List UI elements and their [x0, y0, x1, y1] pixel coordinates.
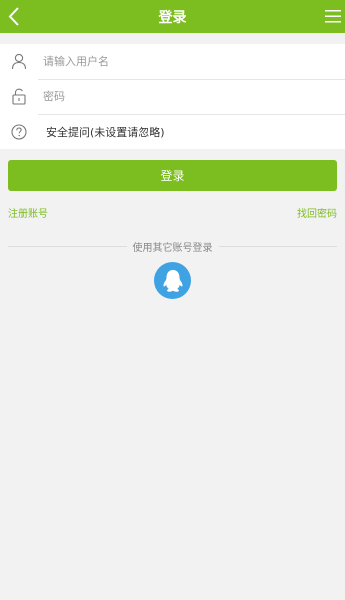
qq-login-button[interactable]: [154, 262, 191, 299]
back-icon[interactable]: [6, 6, 22, 27]
recover-password-link[interactable]: 找回密码: [297, 205, 337, 220]
other-login-label: 使用其它账号登录: [132, 242, 213, 254]
menu-icon[interactable]: [325, 9, 341, 24]
other-login-divider: 使用其它账号登录: [8, 240, 337, 254]
qq-icon: [162, 269, 183, 292]
username-row: [0, 44, 345, 79]
username-input[interactable]: [38, 55, 328, 68]
security-question-select[interactable]: 安全提问(未设置请忽略): [38, 124, 165, 140]
account-links: 注册账号 找回密码: [0, 205, 345, 220]
login-form: 安全提问(未设置请忽略): [0, 44, 345, 149]
register-link[interactable]: 注册账号: [8, 205, 48, 220]
login-button[interactable]: 登录: [8, 160, 337, 191]
security-question-row[interactable]: 安全提问(未设置请忽略): [0, 114, 345, 149]
user-icon: [0, 44, 38, 79]
password-row: [0, 79, 345, 114]
page-title: 登录: [158, 9, 187, 26]
lock-icon: [0, 79, 38, 114]
top-bar: 登录: [0, 0, 345, 33]
password-input[interactable]: [38, 90, 328, 103]
question-icon: [0, 114, 38, 149]
